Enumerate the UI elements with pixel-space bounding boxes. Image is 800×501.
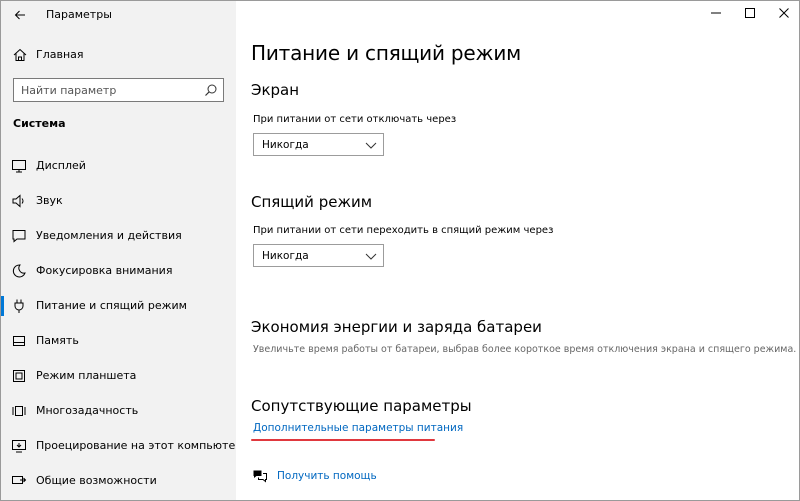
window-controls <box>699 1 799 29</box>
sleep-timeout-dropdown[interactable]: Никогда <box>253 244 384 267</box>
search-input[interactable] <box>14 79 199 101</box>
back-arrow-icon <box>14 10 25 20</box>
maximize-icon <box>745 8 755 18</box>
sidebar-item-label: Питание и спящий режим <box>36 299 187 312</box>
sidebar-item-projection[interactable]: Проецирование на этот компьютер <box>1 431 242 461</box>
sidebar-item-notifications[interactable]: Уведомления и действия <box>1 221 236 251</box>
dropdown-value: Никогда <box>262 139 309 151</box>
monitor-icon <box>12 160 26 173</box>
sidebar-section-label: Система <box>13 117 66 130</box>
notification-icon <box>12 230 26 243</box>
sidebar-item-label: Дисплей <box>36 159 86 172</box>
close-button[interactable] <box>767 1 799 25</box>
back-button[interactable] <box>9 4 31 26</box>
sleep-heading: Спящий режим <box>251 193 373 211</box>
related-settings-heading: Сопутствующие параметры <box>251 397 472 415</box>
help-chat-icon <box>253 470 267 483</box>
projection-icon <box>12 440 26 453</box>
storage-icon <box>13 336 25 346</box>
sidebar-item-sound[interactable]: Звук <box>1 186 236 216</box>
sidebar-item-label: Главная <box>36 48 84 61</box>
power-icon <box>14 299 24 313</box>
sidebar-item-label: Уведомления и действия <box>36 229 182 242</box>
sidebar-item-label: Фокусировка внимания <box>36 264 173 277</box>
screen-timeout-dropdown[interactable]: Никогда <box>253 133 384 156</box>
sidebar-item-storage[interactable]: Память <box>1 326 236 356</box>
tablet-icon <box>13 370 25 382</box>
page-title: Питание и спящий режим <box>251 41 522 65</box>
sidebar-item-home[interactable]: Главная <box>1 43 236 67</box>
app-title: Параметры <box>46 8 112 21</box>
get-help-link[interactable]: Получить помощь <box>277 470 377 482</box>
chevron-down-icon <box>365 142 377 149</box>
sidebar-item-label: Многозадачность <box>36 404 139 417</box>
battery-heading: Экономия энергии и заряда батареи <box>251 318 542 336</box>
active-indicator <box>1 296 4 316</box>
sleep-caption: При питании от сети переходить в спящий … <box>253 225 554 236</box>
shared-experiences-icon <box>12 476 27 484</box>
settings-window: Параметры Главная Система Дисплей <box>0 0 800 501</box>
battery-description: Увеличьте время работы от батареи, выбра… <box>253 344 797 355</box>
multitasking-icon <box>12 406 26 416</box>
sidebar-item-label: Общие возможности <box>36 474 157 487</box>
sidebar: Параметры Главная Система Дисплей <box>1 1 242 500</box>
sidebar-item-focus-assist[interactable]: Фокусировка внимания <box>1 256 236 286</box>
sidebar-item-multitasking[interactable]: Многозадачность <box>1 396 236 426</box>
search-icon[interactable] <box>204 83 218 97</box>
screen-caption: При питании от сети отключать через <box>253 114 457 125</box>
sidebar-item-label: Звук <box>36 194 63 207</box>
moon-icon <box>12 264 26 278</box>
additional-power-settings-link[interactable]: Дополнительные параметры питания <box>253 422 463 434</box>
search-box[interactable] <box>13 78 224 102</box>
highlight-underline <box>251 439 435 441</box>
sidebar-item-label: Режим планшета <box>36 369 137 382</box>
screen-heading: Экран <box>251 81 300 99</box>
sidebar-item-power-sleep[interactable]: Питание и спящий режим <box>1 291 236 321</box>
minimize-icon <box>711 12 721 14</box>
sidebar-item-display[interactable]: Дисплей <box>1 151 236 181</box>
minimize-button[interactable] <box>699 1 733 25</box>
chevron-down-icon <box>365 253 377 260</box>
maximize-button[interactable] <box>733 1 767 25</box>
sidebar-item-label: Память <box>36 334 79 347</box>
dropdown-value: Никогда <box>262 250 309 262</box>
titlebar-left: Параметры <box>1 1 236 29</box>
close-icon <box>779 8 789 18</box>
home-icon <box>13 48 27 61</box>
sidebar-item-label: Проецирование на этот компьютер <box>36 439 243 452</box>
sidebar-item-shared-experiences[interactable]: Общие возможности <box>1 466 236 496</box>
main-content: Питание и спящий режим Экран При питании… <box>236 1 799 500</box>
sidebar-item-tablet-mode[interactable]: Режим планшета <box>1 361 236 391</box>
speaker-icon <box>12 194 24 208</box>
